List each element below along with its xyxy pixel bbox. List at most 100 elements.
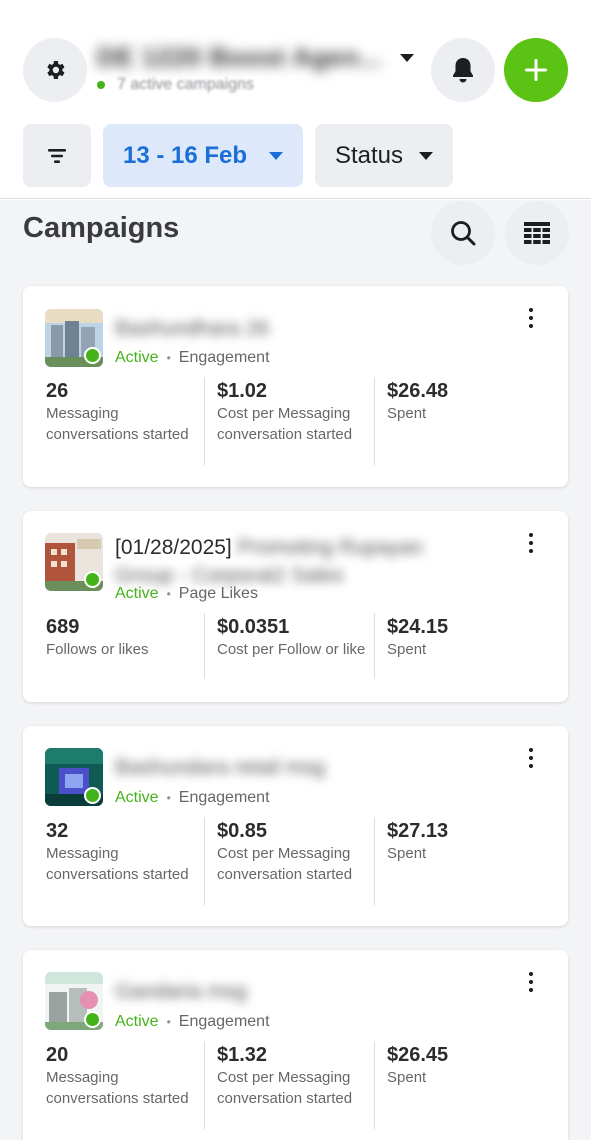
metric-cost-per-result: $1.02 Cost per Messaging conversation st… (217, 379, 377, 445)
metric-label: Spent (387, 405, 427, 422)
divider (374, 377, 375, 465)
metric-cost-per-result: $0.0351 Cost per Follow or like (217, 615, 377, 661)
chevron-down-icon (419, 151, 434, 160)
metric-spent: $26.45 Spent (387, 1043, 547, 1089)
metric-label: Cost per Messaging conversation started (217, 405, 353, 443)
metric-cost-per-result: $0.85 Cost per Messaging conversation st… (217, 819, 377, 885)
campaign-objective: Engagement (178, 1013, 270, 1030)
metric-value: $0.85 (217, 820, 268, 842)
active-status-dot (84, 1011, 101, 1028)
metric-value: 26 (46, 380, 69, 402)
metric-value: $24.15 (387, 616, 449, 638)
divider (374, 1041, 375, 1129)
section-title: Campaigns (23, 212, 180, 244)
more-vertical-icon[interactable] (521, 306, 541, 330)
metric-results: 32 Messaging conversations started (46, 819, 206, 885)
date-range-label: 13 - 16 Feb (122, 141, 248, 169)
campaign-status: Active (115, 349, 159, 366)
campaign-meta: Active • Engagement (115, 789, 270, 807)
metric-label: Messaging conversations started (46, 405, 189, 443)
status-filter[interactable]: Status (315, 124, 453, 187)
metric-value: $1.02 (217, 380, 268, 402)
campaign-meta: Active • Page Likes (115, 585, 258, 603)
filter-button[interactable] (23, 124, 91, 187)
metric-label: Spent (387, 641, 427, 658)
metric-results: 689 Follows or likes (46, 615, 206, 661)
campaign-name-prefix: [01/28/2025] (115, 536, 232, 559)
divider (374, 817, 375, 905)
campaign-name[interactable]: [01/28/2025] Promoting Rupayan Group - C… (115, 534, 455, 590)
divider (204, 817, 205, 905)
metric-value: $26.45 (387, 1044, 449, 1066)
divider (374, 613, 375, 679)
more-vertical-icon[interactable] (521, 746, 541, 770)
campaign-meta: Active • Engagement (115, 349, 270, 367)
metric-value: 20 (46, 1044, 69, 1066)
account-selector[interactable]: DE 1220 Boost Agen... 7 active campaigns (97, 40, 417, 100)
metric-spent: $26.48 Spent (387, 379, 547, 425)
divider (204, 1041, 205, 1129)
campaign-meta: Active • Engagement (115, 1013, 270, 1031)
metric-label: Cost per Messaging conversation started (217, 845, 353, 883)
campaign-card[interactable]: Gandaria msg Active • Engagement 20 Mess… (23, 950, 568, 1140)
metric-spent: $27.13 Spent (387, 819, 547, 865)
metric-label: Messaging conversations started (46, 1069, 189, 1107)
active-status-dot (84, 571, 101, 588)
account-status: 7 active campaigns (97, 76, 254, 94)
date-range-selector[interactable]: 13 - 16 Feb (103, 124, 303, 187)
gear-icon (47, 61, 65, 79)
metric-label: Follows or likes (46, 641, 149, 658)
divider (0, 198, 591, 199)
create-campaign-button[interactable] (504, 38, 568, 102)
separator-dot: • (166, 587, 171, 601)
account-name: DE 1220 Boost Agen... (97, 42, 383, 72)
filter-icon (48, 148, 66, 163)
separator-dot: • (166, 1015, 171, 1029)
campaign-status: Active (115, 585, 159, 602)
more-vertical-icon[interactable] (521, 970, 541, 994)
campaign-status: Active (115, 1013, 159, 1030)
search-icon (451, 221, 476, 246)
separator-dot: • (166, 351, 171, 365)
metric-label: Spent (387, 1069, 427, 1086)
metric-value: 689 (46, 616, 80, 638)
table-icon (524, 222, 550, 244)
campaign-objective: Engagement (178, 349, 270, 366)
metric-value: $26.48 (387, 380, 449, 402)
metric-results: 20 Messaging conversations started (46, 1043, 206, 1109)
chevron-down-icon (269, 151, 284, 160)
status-filter-label: Status (334, 141, 404, 169)
table-view-button[interactable] (505, 201, 569, 265)
metric-label: Cost per Follow or like (217, 641, 366, 658)
divider (204, 377, 205, 465)
more-vertical-icon[interactable] (521, 531, 541, 555)
campaign-name[interactable]: Bashundara retail msg (115, 754, 325, 782)
settings-button[interactable] (23, 38, 87, 102)
metric-value: $0.0351 (217, 616, 290, 638)
campaign-objective: Page Likes (178, 585, 258, 602)
metric-spent: $24.15 Spent (387, 615, 547, 661)
campaign-card[interactable]: Bashundara retail msg Active • Engagemen… (23, 726, 568, 926)
active-status-dot (84, 787, 101, 804)
bell-icon (453, 58, 473, 83)
metric-cost-per-result: $1.32 Cost per Messaging conversation st… (217, 1043, 377, 1109)
metric-value: $27.13 (387, 820, 449, 842)
metric-label: Spent (387, 845, 427, 862)
metric-value: $1.32 (217, 1044, 268, 1066)
campaign-name[interactable]: Bashundhara 26 (115, 315, 269, 343)
active-campaigns-count: 7 active campaigns (117, 76, 254, 93)
notifications-button[interactable] (431, 38, 495, 102)
divider (204, 613, 205, 679)
campaign-card[interactable]: [01/28/2025] Promoting Rupayan Group - C… (23, 511, 568, 702)
search-button[interactable] (431, 201, 495, 265)
plus-icon (525, 59, 547, 81)
campaign-status: Active (115, 789, 159, 806)
metric-results: 26 Messaging conversations started (46, 379, 206, 445)
campaign-objective: Engagement (178, 789, 270, 806)
active-status-dot (84, 347, 101, 364)
metric-label: Messaging conversations started (46, 845, 189, 883)
active-dot (97, 81, 105, 89)
campaign-name[interactable]: Gandaria msg (115, 978, 247, 1006)
campaign-card[interactable]: Bashundhara 26 Active • Engagement 26 Me… (23, 286, 568, 487)
separator-dot: • (166, 791, 171, 805)
